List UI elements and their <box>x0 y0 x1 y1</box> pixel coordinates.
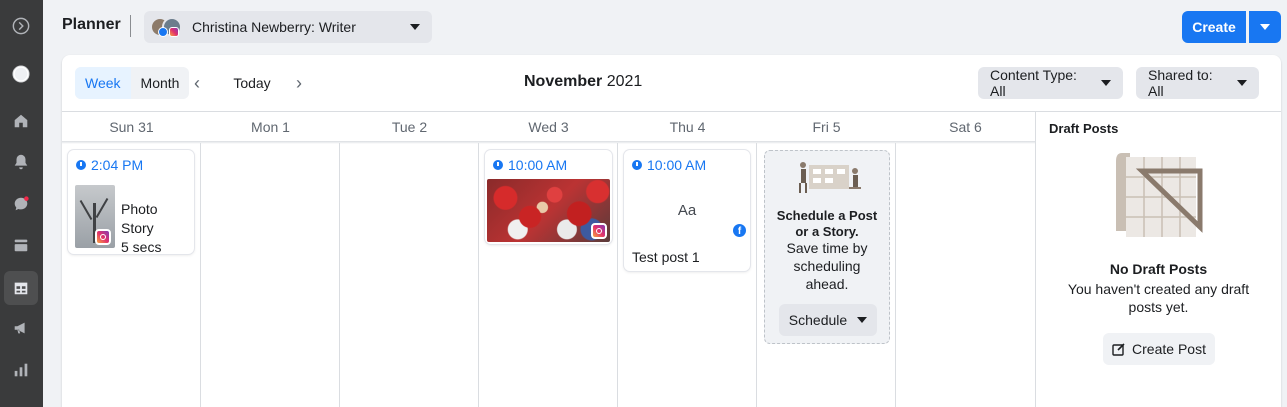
chevron-left-icon[interactable]: ‹ <box>194 74 200 92</box>
drafts-title: Draft Posts <box>1049 121 1119 136</box>
planner-panel: Week Month ‹ Today › November 2021 Conte… <box>62 55 1281 407</box>
account-name: Christina Newberry: Writer <box>192 19 356 35</box>
insights-icon[interactable] <box>4 353 38 387</box>
column-divider <box>895 143 896 407</box>
drafts-illustration-icon <box>1116 153 1203 237</box>
bell-icon[interactable] <box>4 145 38 179</box>
chevron-down-icon <box>1237 80 1247 86</box>
chevron-right-icon[interactable]: › <box>296 74 302 92</box>
left-sidebar <box>0 0 43 407</box>
title-divider <box>130 15 131 37</box>
planner-icon[interactable] <box>4 271 38 305</box>
calendar-toolbar: Week Month ‹ Today › November 2021 Conte… <box>62 55 1281 111</box>
account-avatar <box>150 15 184 39</box>
chevron-down-icon <box>857 317 868 323</box>
year: 2021 <box>606 73 643 90</box>
schedule-prompt-title: Schedule a Post or a Story. <box>776 208 878 239</box>
posts-icon[interactable] <box>4 228 38 262</box>
day-header-thu: Thu 4 <box>669 119 706 135</box>
text-post-icon: Aa <box>677 202 697 219</box>
clock-icon <box>493 160 503 170</box>
page-title: Planner <box>62 16 121 33</box>
chevron-down-icon <box>410 24 420 30</box>
clock-icon <box>632 160 642 170</box>
post-time: 2:04 PM <box>76 157 143 173</box>
post-card-thu[interactable]: 10:00 AM Aa f Test post 1 <box>624 150 750 271</box>
schedule-illustration-icon <box>799 162 861 193</box>
drafts-empty-title: No Draft Posts <box>1109 261 1208 277</box>
account-selector[interactable]: Christina Newberry: Writer <box>144 11 432 43</box>
post-time: 10:00 AM <box>493 157 567 173</box>
schedule-prompt-description: Save time by scheduling ahead. <box>786 240 868 292</box>
schedule-button[interactable]: Schedule <box>779 304 877 336</box>
chevron-down-icon <box>1101 80 1111 86</box>
column-divider <box>478 143 479 407</box>
day-header-tue: Tue 2 <box>391 119 428 135</box>
column-divider <box>617 143 618 407</box>
create-post-button[interactable]: Create Post <box>1103 333 1215 365</box>
facebook-icon: f <box>733 224 746 237</box>
home-icon[interactable] <box>4 104 38 138</box>
today-button[interactable]: Today <box>222 67 282 99</box>
week-view-button[interactable]: Week <box>75 67 131 99</box>
content-type-filter[interactable]: Content Type: All <box>978 67 1123 99</box>
top-bar: Planner Christina Newberry: Writer Creat… <box>43 0 1287 54</box>
day-header-sun: Sun 31 <box>109 119 154 135</box>
instagram-icon <box>169 27 179 37</box>
chat-icon[interactable] <box>4 187 38 221</box>
create-options-button[interactable] <box>1249 11 1281 43</box>
day-header-wed: Wed 3 <box>528 119 569 135</box>
megaphone-icon[interactable] <box>4 311 38 345</box>
column-divider <box>756 143 757 407</box>
month-name: November <box>524 73 603 90</box>
edit-icon <box>1112 343 1125 356</box>
column-divider <box>200 143 201 407</box>
clock-icon <box>76 160 86 170</box>
expand-icon[interactable] <box>4 9 38 43</box>
post-card-sun[interactable]: 2:04 PM Photo Story 5 secs <box>68 150 194 255</box>
chevron-down-icon <box>1260 24 1270 30</box>
day-header-sat: Sat 6 <box>949 119 982 135</box>
instagram-icon <box>95 229 111 245</box>
create-button[interactable]: Create <box>1182 11 1246 43</box>
header-divider <box>62 141 1035 144</box>
day-header-mon: Mon 1 <box>251 119 290 135</box>
shared-to-filter[interactable]: Shared to: All <box>1136 67 1259 99</box>
view-toggle: Week Month <box>75 67 190 99</box>
post-card-wed[interactable]: 10:00 AM <box>485 150 612 244</box>
instagram-icon <box>591 223 607 239</box>
column-divider <box>339 143 340 407</box>
drafts-divider <box>1035 112 1036 407</box>
facebook-icon <box>158 27 168 37</box>
profile-icon[interactable] <box>4 57 38 91</box>
content-type-label: Content Type: All <box>990 67 1077 99</box>
post-time: 10:00 AM <box>632 157 706 173</box>
shared-to-label: Shared to: All <box>1148 67 1213 99</box>
month-title: November 2021 <box>524 73 642 91</box>
drafts-empty-description: You haven't created any draft posts yet. <box>1067 281 1250 315</box>
month-view-button[interactable]: Month <box>131 67 190 99</box>
schedule-prompt-card: Schedule a Post or a Story. Save time by… <box>764 150 890 344</box>
post-caption: Photo Story 5 secs <box>121 201 162 255</box>
day-header-fri: Fri 5 <box>812 119 841 135</box>
post-caption: Test post 1 <box>632 249 700 265</box>
